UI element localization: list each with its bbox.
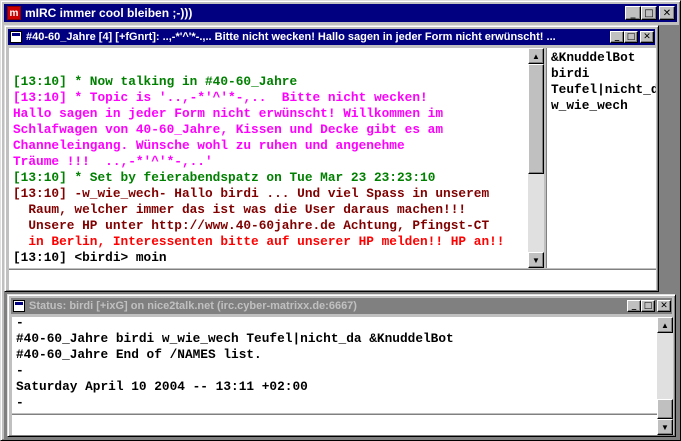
channel-window-titlebar[interactable]: #40-60_Jahre [4] [+fGnrt]: ..,-*'^'*-.,.… (8, 29, 655, 45)
message-timestamp: [13:10] (13, 74, 67, 89)
status-window-title: Status: birdi [+ixG] on nice2talk.net (i… (29, 300, 357, 312)
message-text: <birdi> moin (66, 250, 167, 265)
status-message-line: Saturday April 10 2004 -- 13:11 +02:00 (16, 379, 308, 394)
minimize-button[interactable]: _ (625, 6, 641, 20)
message-timestamp: [13:10] (13, 250, 67, 265)
channel-window-icon (10, 31, 22, 43)
message-text: Träume !!! ..,-*'^'*-,..' (13, 154, 213, 169)
status-maximize-button[interactable]: □ (641, 300, 655, 312)
channel-close-button[interactable]: ✕ (640, 31, 654, 43)
channel-message-line: Hallo sagen in jeder Form nicht erwünsch… (13, 106, 528, 122)
message-text: -w_wie_wech- Hallo birdi ... Und viel Sp… (66, 186, 490, 201)
status-window-icon (13, 300, 25, 312)
channel-message-line: Träume !!! ..,-*'^'*-,..' (13, 154, 528, 170)
message-text: * Set by feierabendspatz on Tue Mar 23 2… (66, 170, 436, 185)
status-minimize-button[interactable]: _ (627, 300, 641, 312)
channel-message-line: Channeleingang. Wünsche wohl zu ruhen un… (13, 138, 528, 154)
close-button[interactable]: ✕ (659, 6, 675, 20)
channel-input-field[interactable] (9, 269, 656, 290)
nick-list-item[interactable]: w_wie_wech (551, 98, 656, 114)
scroll-up-arrow-icon[interactable]: ▲ (528, 48, 544, 64)
channel-scrollbar[interactable]: ▲ ▼ (528, 48, 544, 268)
status-message-line: #40-60_Jahre birdi w_wie_wech Teufel|nic… (16, 331, 454, 346)
message-text: in Berlin, Interessenten bitte auf unser… (13, 234, 505, 249)
nick-list[interactable]: &KnuddelBot birdi Teufel|nicht_da w_wie_wec… (546, 48, 656, 268)
channel-minimize-button[interactable]: _ (610, 31, 624, 43)
message-text: Hallo sagen in jeder Form nicht erwünsch… (13, 106, 444, 121)
channel-message-line: [13:10] * Set by feierabendspatz on Tue … (13, 170, 528, 186)
message-text: Raum, welcher immer das ist was die User… (13, 202, 467, 217)
channel-message-line: [13:10] -w_wie_wech- Hallo birdi ... Und… (13, 186, 528, 202)
channel-maximize-button[interactable]: □ (624, 31, 638, 43)
nick-list-item[interactable]: Teufel|nicht_da (551, 82, 656, 98)
status-message-area[interactable]: - #40-60_Jahre birdi w_wie_wech Teufel|ni… (12, 317, 657, 413)
channel-message-line: Unsere HP unter http://www.40-60jahre.de… (13, 218, 528, 234)
nick-list-item[interactable]: &KnuddelBot (551, 50, 656, 66)
message-text: Channeleingang. Wünsche wohl zu ruhen un… (13, 138, 405, 153)
channel-message-line: [13:10] * Now talking in #40-60_Jahre (13, 74, 528, 90)
mdi-workspace: #40-60_Jahre [4] [+fGnrt]: ..,-*'^'*-.,.… (4, 25, 679, 439)
mirc-app-icon: m (7, 6, 21, 20)
status-close-button[interactable]: ✕ (657, 300, 671, 312)
message-text: Schlafwagen von 40-60_Jahre, Kissen und … (13, 122, 444, 137)
message-text: Unsere HP unter http://www.40-60jahre.de… (13, 218, 490, 233)
channel-message-area[interactable]: [13:10] * Now talking in #40-60_Jahre [13… (9, 48, 528, 268)
mirc-main-window: m mIRC immer cool bleiben ;-))) _ □ ✕ #4… (0, 0, 681, 441)
status-message-line: #40-60_Jahre End of /NAMES list. (16, 347, 262, 362)
channel-message-line: [13:10] * Topic is '..,-*'^'*-,.. Bitte … (13, 90, 528, 106)
message-timestamp: [13:10] (13, 186, 67, 201)
channel-window-title: #40-60_Jahre [4] [+fGnrt]: ..,-*'^'*-.,.… (26, 31, 556, 43)
message-timestamp: [13:10] (13, 90, 67, 105)
channel-message-line: Schlafwagen von 40-60_Jahre, Kissen und … (13, 122, 528, 138)
status-window: Status: birdi [+ixG] on nice2talk.net (i… (7, 294, 676, 437)
channel-window: #40-60_Jahre [4] [+fGnrt]: ..,-*'^'*-.,.… (4, 25, 659, 292)
scroll-down-arrow-icon[interactable]: ▼ (528, 252, 544, 268)
status-message-line: - (16, 395, 24, 410)
status-input-field[interactable] (12, 414, 657, 435)
app-title: mIRC immer cool bleiben ;-))) (25, 6, 193, 20)
channel-message-line: in Berlin, Interessenten bitte auf unser… (13, 234, 528, 250)
status-scrollbar[interactable]: ▲ ▼ (657, 317, 673, 435)
scroll-thumb[interactable] (528, 64, 544, 174)
channel-message-line: [13:10] <birdi> moin (13, 250, 528, 266)
status-scroll-thumb[interactable] (657, 399, 673, 419)
status-message-line: - (16, 363, 24, 378)
status-scroll-down-arrow-icon[interactable]: ▼ (657, 419, 673, 435)
status-window-titlebar[interactable]: Status: birdi [+ixG] on nice2talk.net (i… (11, 298, 672, 314)
message-text: * Topic is '..,-*'^'*-,.. Bitte nicht we… (66, 90, 428, 105)
maximize-button[interactable]: □ (641, 6, 657, 20)
status-message-line: - (16, 317, 24, 330)
main-titlebar[interactable]: m mIRC immer cool bleiben ;-))) _ □ ✕ (4, 4, 677, 22)
message-text: * Now talking in #40-60_Jahre (66, 74, 298, 89)
channel-message-line: Raum, welcher immer das ist was die User… (13, 202, 528, 218)
nick-list-item[interactable]: birdi (551, 66, 656, 82)
message-timestamp: [13:10] (13, 170, 67, 185)
status-scroll-up-arrow-icon[interactable]: ▲ (657, 317, 673, 333)
